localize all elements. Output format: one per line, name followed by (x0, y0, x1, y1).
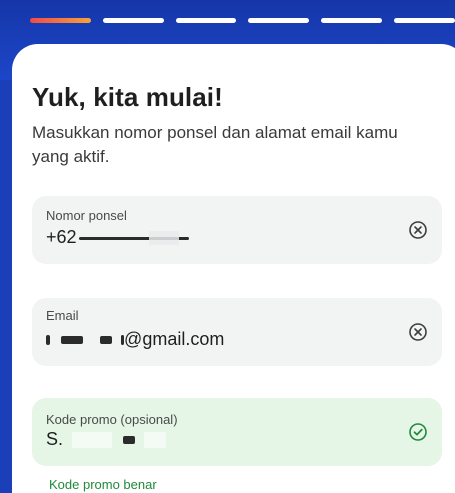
step-progress (30, 18, 455, 24)
email-domain: @gmail.com (124, 329, 225, 349)
progress-step-1 (30, 18, 91, 23)
redaction-block (46, 335, 50, 346)
page-subtitle: Masukkan nomor ponsel dan alamat email k… (32, 123, 398, 166)
email-value[interactable]: @gmail.com (46, 329, 224, 350)
promo-prefix: S. (46, 429, 64, 449)
progress-step-5 (321, 18, 383, 23)
email-field[interactable]: Email @gmail.com (32, 298, 442, 366)
phone-label: Nomor ponsel (46, 208, 127, 223)
phone-prefix: +62 (46, 227, 77, 247)
redaction-block (144, 432, 167, 449)
phone-field[interactable]: Nomor ponsel +62 (32, 196, 442, 264)
progress-step-4 (248, 18, 310, 23)
progress-step-3 (175, 18, 237, 23)
redaction-block (61, 336, 84, 345)
email-label: Email (46, 308, 79, 323)
promo-value[interactable]: S. (46, 429, 167, 450)
check-circle-icon (408, 422, 428, 442)
phone-value[interactable]: +62 (46, 227, 189, 248)
promo-valid-message: Kode promo benar (49, 477, 157, 492)
clear-icon[interactable] (408, 220, 428, 240)
redaction-block (72, 432, 113, 449)
redaction-block (100, 336, 113, 345)
clear-icon[interactable] (408, 322, 428, 342)
redaction-block (148, 231, 179, 246)
redaction-block (123, 436, 136, 445)
promo-field[interactable]: Kode promo (opsional) S. (32, 398, 442, 466)
progress-step-2 (102, 18, 164, 23)
page-title: Yuk, kita mulai! (32, 82, 223, 112)
promo-label: Kode promo (opsional) (46, 412, 178, 427)
progress-step-6 (394, 18, 455, 23)
